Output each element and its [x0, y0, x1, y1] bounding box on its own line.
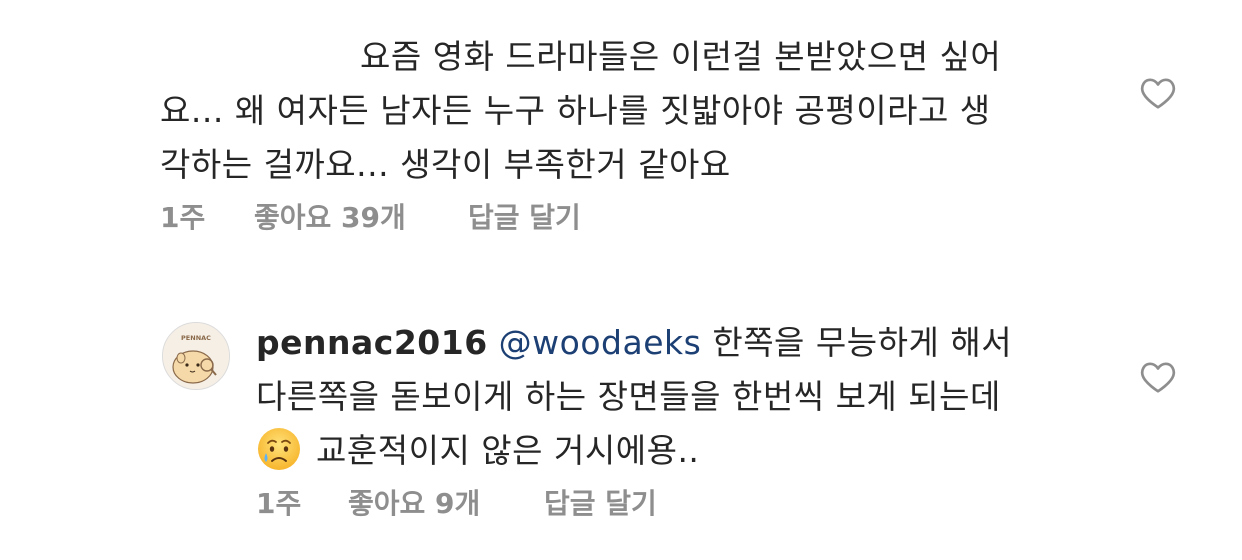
- avatar-brand-text: PENNAC: [181, 334, 211, 342]
- comment-2-meta: 1주 좋아요 9개 답글 달기: [256, 482, 657, 522]
- comment-2-timestamp[interactable]: 1주: [256, 482, 348, 522]
- comment-2-line-1: 한쪽을 무능하게 해서: [712, 323, 1013, 362]
- comment-2-like-count[interactable]: 좋아요 9개: [348, 482, 544, 522]
- heart-outline-icon[interactable]: [1140, 76, 1176, 110]
- comment-1-meta: 1주 좋아요 39개 답글 달기: [160, 196, 581, 236]
- comment-2-reply-button[interactable]: 답글 달기: [544, 482, 657, 522]
- comment-2-line-3: 교훈적이지 않은 거시에용..: [316, 431, 700, 470]
- comment-thread: 요즘 영화 드라마들은 이런걸 본받았으면 싶어 요... 왜 여자든 남자든 …: [0, 0, 1242, 560]
- heart-outline-icon[interactable]: [1140, 360, 1176, 394]
- comment-2-line-2: 다른쪽을 돋보이게 하는 장면들을 한번씩 보게 되는데: [256, 377, 1001, 416]
- comment-1-timestamp[interactable]: 1주: [160, 196, 254, 236]
- comment-2-body: pennac2016 @woodaeks 한쪽을 무능하게 해서 다른쪽을 돋보…: [256, 316, 1106, 478]
- comment-2-mention[interactable]: @woodaeks: [499, 323, 702, 362]
- comment-1-body: 요즘 영화 드라마들은 이런걸 본받았으면 싶어 요... 왜 여자든 남자든 …: [160, 30, 1070, 192]
- comment-1-like-count[interactable]: 좋아요 39개: [254, 196, 468, 236]
- crying-face-emoji-icon: [256, 426, 302, 472]
- comment-1-reply-button[interactable]: 답글 달기: [468, 196, 581, 236]
- avatar[interactable]: PENNAC: [162, 322, 230, 390]
- comment-1-line-2: 요... 왜 여자든 남자든 누구 하나를 짓밟아야 공평이라고 생: [160, 91, 991, 130]
- comment-2-username[interactable]: pennac2016: [256, 323, 488, 362]
- comment-1-line-1: 요즘 영화 드라마들은 이런걸 본받았으면 싶어: [360, 37, 1002, 76]
- comment-1-line-3: 각하는 걸까요... 생각이 부족한거 같아요: [160, 145, 731, 184]
